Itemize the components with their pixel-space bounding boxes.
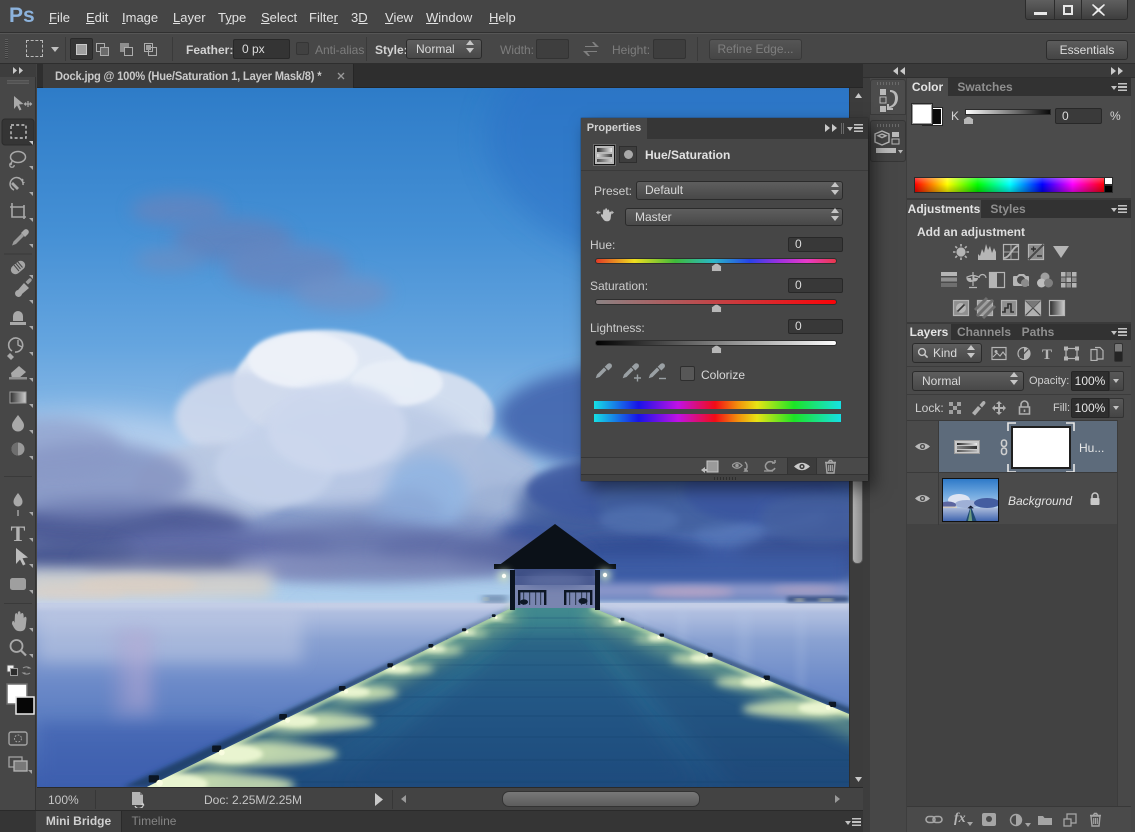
svg-text:T: T	[11, 521, 26, 546]
svg-text:T: T	[1042, 347, 1052, 361]
